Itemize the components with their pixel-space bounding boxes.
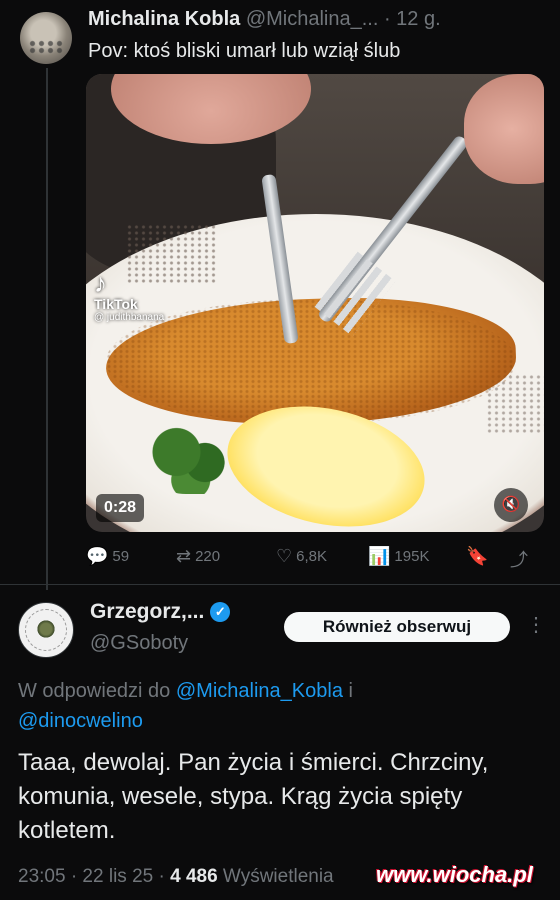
- share-button[interactable]: ⤴: [510, 546, 528, 572]
- like-button[interactable]: ♡ 6,8K: [276, 546, 327, 567]
- share-icon: ⤴: [510, 550, 528, 570]
- repost-icon: ⇄: [176, 546, 192, 566]
- heart-icon: ♡: [276, 546, 293, 566]
- author-handle[interactable]: @GSoboty: [90, 632, 188, 655]
- author-name[interactable]: Grzegorz,... ✓: [90, 600, 231, 624]
- follow-back-button[interactable]: Również obserwuj: [284, 612, 510, 642]
- more-options-icon[interactable]: ⋮: [526, 612, 546, 638]
- site-watermark: www.wiocha.pl: [376, 862, 533, 887]
- tweet-text: Taaa, dewolaj. Pan życia i śmierci. Chrz…: [18, 749, 489, 844]
- mention-link[interactable]: @dinocwelino: [18, 710, 143, 732]
- tweet-time[interactable]: · 12 g.: [384, 8, 441, 30]
- author-handle[interactable]: @Michalina_...: [246, 8, 379, 30]
- views-label: Wyświetlenia: [222, 866, 334, 887]
- bookmark-icon: 🔖: [466, 546, 489, 566]
- tweet-text: Pov: ktoś bliski umarł lub wziął ślub: [88, 40, 401, 62]
- reply-button[interactable]: 💬 59: [86, 546, 129, 567]
- thread-line: [46, 68, 48, 590]
- reply-context: W odpowiedzi do @Michalina_Kobla i @dino…: [18, 680, 353, 732]
- video-duration: 0:28: [96, 494, 145, 522]
- speaker-muted-icon[interactable]: 🔇: [494, 488, 528, 522]
- tweet-actions: 💬 59 ⇄ 220 ♡ 6,8K 📊 195K 🔖 ⤴: [86, 546, 544, 574]
- tiktok-logo-icon: ♪: [94, 268, 107, 298]
- divider: [0, 584, 560, 585]
- video-player[interactable]: ♪ TikTok @ judithbanana 0:28 🔇: [86, 74, 544, 532]
- bar-chart-icon: 📊: [368, 546, 391, 566]
- views-button[interactable]: 📊 195K: [368, 546, 429, 567]
- author-name[interactable]: Michalina Kobla: [88, 8, 240, 30]
- avatar[interactable]: [18, 602, 74, 658]
- mention-link[interactable]: @Michalina_Kobla: [176, 680, 343, 702]
- verified-badge-icon: ✓: [210, 602, 231, 622]
- views-count: 4 486: [170, 866, 218, 887]
- avatar[interactable]: [20, 12, 72, 64]
- reply-icon: 💬: [86, 546, 109, 566]
- repost-button[interactable]: ⇄ 220: [176, 546, 220, 567]
- tiktok-watermark: ♪ TikTok @ judithbanana: [94, 268, 165, 323]
- tweet-header: Michalina Kobla @Michalina_... · 12 g.: [88, 8, 441, 31]
- tweet-time[interactable]: 23:05 · 22 lis 25 ·: [18, 866, 165, 887]
- tweet-meta: 23:05 · 22 lis 25 · 4 486 Wyświetlenia: [18, 866, 334, 888]
- bookmark-button[interactable]: 🔖: [466, 546, 488, 567]
